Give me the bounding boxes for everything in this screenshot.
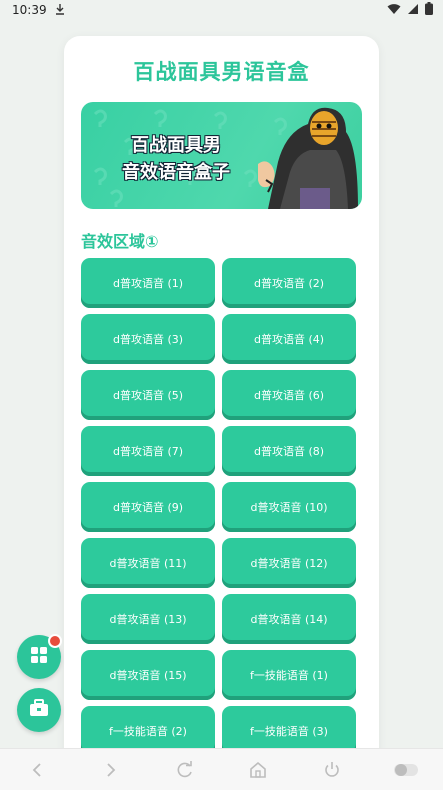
forward-icon[interactable] <box>96 755 126 785</box>
sound-button[interactable]: d普攻语音 (1) <box>81 258 215 308</box>
sound-button[interactable]: d普攻语音 (3) <box>81 314 215 364</box>
sound-button[interactable]: d普攻语音 (10) <box>222 482 356 532</box>
home-icon[interactable] <box>243 755 273 785</box>
main-card: 百战面具男语音盒 百战面具男 音效语音盒子 音效区域① d普攻语音 (1) d普… <box>64 36 379 776</box>
sound-button[interactable]: d普攻语音 (7) <box>81 426 215 476</box>
grid-menu-button[interactable] <box>17 634 62 679</box>
sound-button[interactable]: d普攻语音 (15) <box>81 650 215 700</box>
notification-badge <box>48 634 62 648</box>
sound-button[interactable]: f一技能语音 (1) <box>222 650 356 700</box>
wifi-icon <box>387 3 401 18</box>
back-icon[interactable] <box>22 755 52 785</box>
sound-button[interactable]: d普攻语音 (14) <box>222 594 356 644</box>
banner-line-2: 音效语音盒子 <box>122 162 230 183</box>
sound-button[interactable]: d普攻语音 (9) <box>81 482 215 532</box>
sound-button-grid: d普攻语音 (1) d普攻语音 (2) d普攻语音 (3) d普攻语音 (4) d普攻语… <box>81 258 356 756</box>
sound-button[interactable]: d普攻语音 (11) <box>81 538 215 588</box>
page-title: 百战面具男语音盒 <box>133 60 310 84</box>
sound-button[interactable]: d普攻语音 (13) <box>81 594 215 644</box>
sound-button[interactable]: d普攻语音 (6) <box>222 370 356 420</box>
status-time: 10:39 <box>12 3 47 17</box>
sound-button[interactable]: d普攻语音 (2) <box>222 258 356 308</box>
grid-icon <box>30 646 48 668</box>
sound-button[interactable]: d普攻语音 (5) <box>81 370 215 420</box>
status-bar: 10:39 <box>0 0 443 20</box>
sound-button[interactable]: d普攻语音 (12) <box>222 538 356 588</box>
sound-button[interactable]: d普攻语音 (4) <box>222 314 356 364</box>
toolbox-button[interactable] <box>17 688 61 732</box>
section-title: 音效区域① <box>81 232 159 251</box>
battery-icon <box>425 2 433 18</box>
banner-line-1: 百战面具男 <box>131 135 221 156</box>
refresh-icon[interactable] <box>170 755 200 785</box>
signal-icon <box>407 3 419 18</box>
browser-nav-bar <box>0 748 443 790</box>
toggle-icon[interactable] <box>391 755 421 785</box>
banner-image: 百战面具男 音效语音盒子 <box>81 102 362 209</box>
download-icon <box>55 3 65 18</box>
power-icon[interactable] <box>317 755 347 785</box>
toolbox-icon <box>29 699 49 721</box>
masked-character-illustration <box>258 107 358 209</box>
sound-button[interactable]: d普攻语音 (8) <box>222 426 356 476</box>
banner-text: 百战面具男 音效语音盒子 <box>91 132 261 186</box>
